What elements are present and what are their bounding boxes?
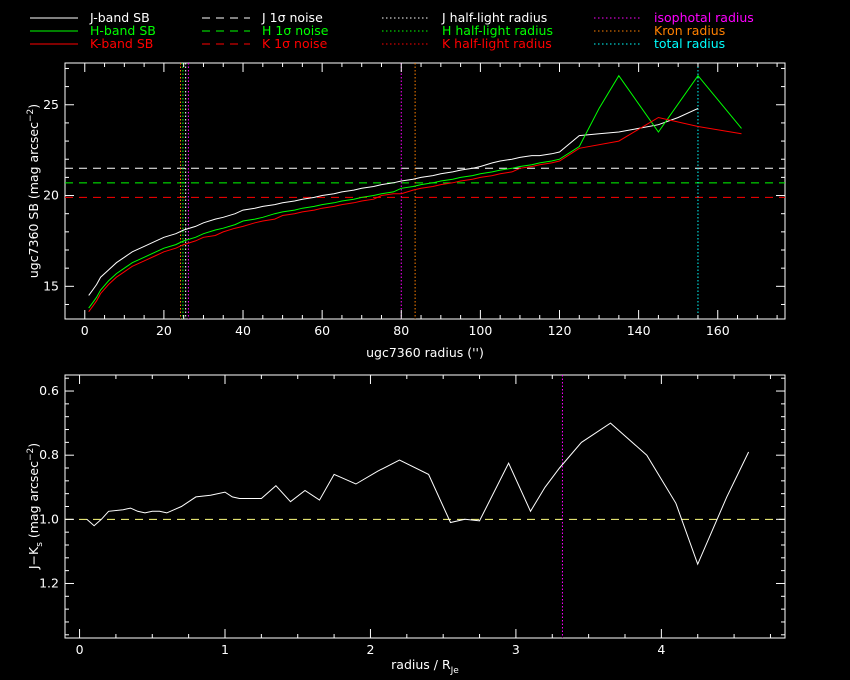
plot2-ticks: 0 1 2 3 4 0.6 0.8 1.0 1.2 <box>39 375 785 657</box>
legend-label: total radius <box>654 36 725 51</box>
x-tick-label: 0 <box>81 323 89 338</box>
y-tick-label: 20 <box>43 188 59 203</box>
legend-label: K half-light radius <box>442 36 552 51</box>
plot1-frame <box>64 62 786 320</box>
legend-label: K 1σ noise <box>262 36 328 51</box>
x-tick-label: 4 <box>657 642 665 657</box>
surface-brightness-plot: 0 20 40 60 80 100 120 140 160 15 20 25 ugc7360 radi… <box>26 62 786 360</box>
color-profile-plot: 0 1 2 3 40.60.81.01.2 radius / RJe J−Ks (mag… <box>26 374 786 676</box>
series-line <box>86 422 750 566</box>
x-tick-label: 160 <box>706 323 730 338</box>
y-tick-label: 0.8 <box>39 447 59 462</box>
x-tick-label: 20 <box>156 323 172 338</box>
plot1-xlabel: ugc7360 radius ('') <box>366 345 484 360</box>
plot2-series <box>86 422 750 566</box>
plot2-xlabel: radius / RJe <box>391 657 459 676</box>
x-tick-label: 80 <box>393 323 409 338</box>
y-tick-label: 0.6 <box>39 383 59 398</box>
y-tick-label: 1.0 <box>39 511 59 526</box>
legend: J-band SBH-band SBK-band SBJ 1σ noiseH 1… <box>30 10 754 51</box>
plot1-ylabel: ugc7360 SB (mag arcsec−2) <box>26 104 41 278</box>
x-tick-label: 100 <box>468 323 492 338</box>
x-tick-label: 3 <box>512 642 520 657</box>
x-tick-label: 0 <box>76 642 84 657</box>
y-tick-label: 15 <box>43 278 59 293</box>
x-tick-label: 140 <box>627 323 651 338</box>
x-tick-label: 40 <box>235 323 251 338</box>
x-tick-label: 120 <box>548 323 572 338</box>
y-tick-label: 1.2 <box>39 575 59 590</box>
plot1-reference-lines <box>65 63 785 319</box>
x-tick-label: 2 <box>366 642 374 657</box>
legend-label: K-band SB <box>90 36 153 51</box>
figure-canvas: J-band SBH-band SBK-band SBJ 1σ noiseH 1… <box>26 10 786 676</box>
plot1-ticks: 0 20 40 60 80 100 120 140 160 15 20 25 <box>43 63 785 338</box>
x-tick-label: 1 <box>221 642 229 657</box>
x-tick-label: 60 <box>314 323 330 338</box>
y-tick-label: 25 <box>43 97 59 112</box>
